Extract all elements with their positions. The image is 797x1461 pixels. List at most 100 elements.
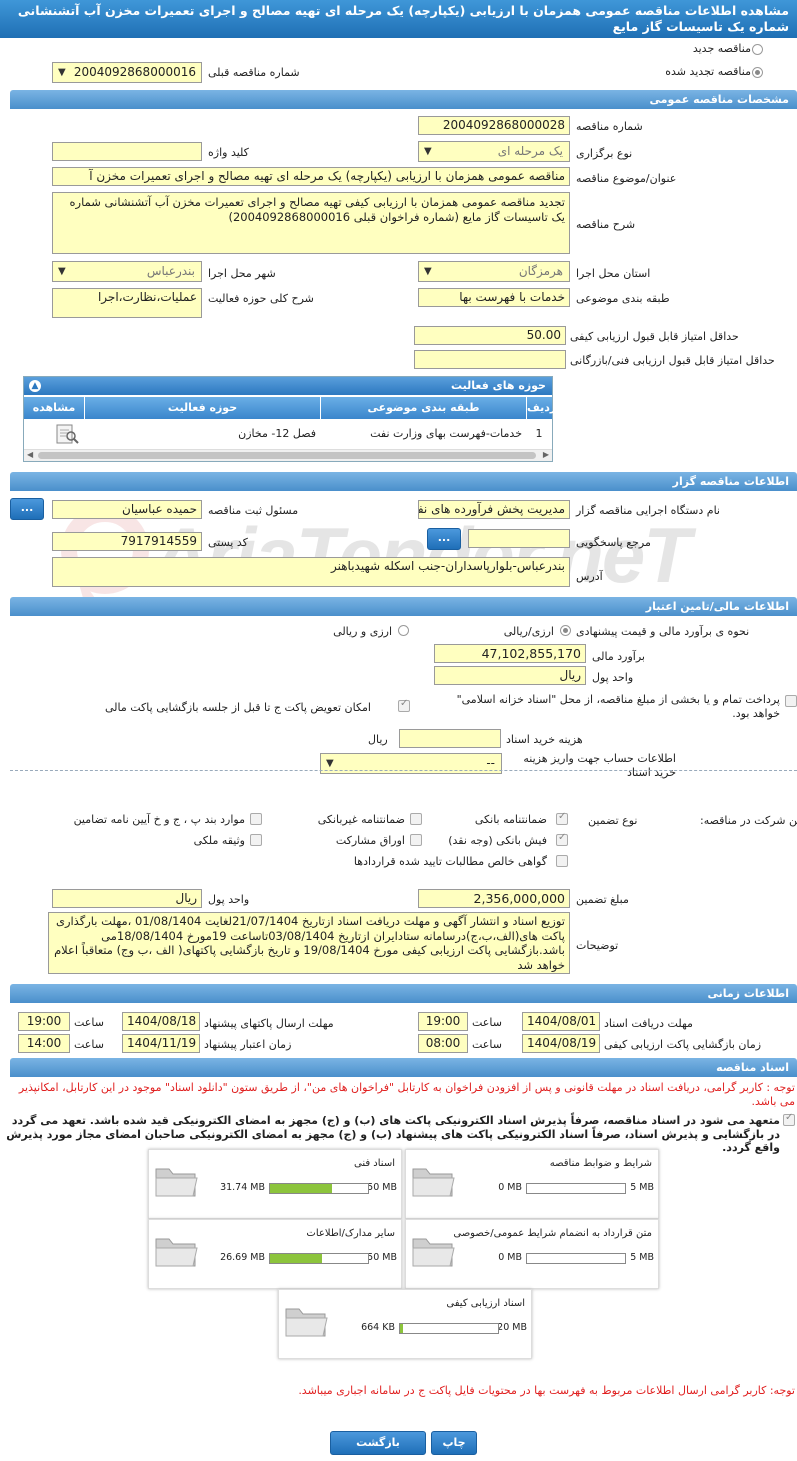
doc-cost-field[interactable] — [399, 729, 501, 748]
notes-label: توضیحات — [576, 939, 619, 952]
activity-grid: حوزه های فعالیت ▲ ردیف طبقه بندی موضوعی … — [23, 376, 556, 462]
prev-number-select[interactable]: ▼ 2004092868000016 — [52, 62, 202, 83]
print-button[interactable]: چاپ — [431, 1431, 477, 1455]
doc-file-name: اسناد فنی — [354, 1158, 395, 1169]
doc-deadline-date[interactable]: 1404/08/01 — [522, 1012, 600, 1031]
tender-number-field[interactable]: 2004092868000028 — [418, 116, 570, 135]
min-quality-field[interactable]: 50.00 — [414, 326, 566, 345]
renewed-tender-radio[interactable] — [752, 67, 763, 78]
horizontal-scrollbar[interactable]: ◀ ▶ — [24, 449, 552, 461]
keyword-field[interactable] — [52, 142, 202, 161]
receivables-guarantee-label: گواهی خالص مطالبات تایید شده قراردادها — [353, 855, 547, 868]
doc-file-progress — [526, 1253, 626, 1264]
submit-deadline-label: مهلت ارسال پاکتهای پیشنهاد — [204, 1017, 334, 1030]
guarantee-unit-field[interactable]: ریال — [52, 889, 202, 908]
validity-date[interactable]: 1404/11/19 — [122, 1034, 200, 1053]
property-guarantee-label: وثیقه ملکی — [193, 834, 245, 847]
address-field[interactable]: بندرعباس-بلوارپاسداران-جنب اسکله شهیدباه… — [52, 557, 570, 587]
doc-file-card[interactable]: اسناد ارزیابی کیفی 20 MB 664 KB — [278, 1289, 532, 1359]
doc-cost-label: هزینه خرید اسناد — [506, 733, 583, 746]
description-label: شرح مناقصه — [576, 218, 636, 231]
min-quality-label: حداقل امتیاز قابل قبول ارزیابی کیفی — [570, 330, 739, 343]
notes-field[interactable]: توزیع اسناد و انتشار آگهی و مهلت دریافت … — [48, 912, 570, 974]
doc-file-card[interactable]: شرایط و ضوابط مناقصه 5 MB 0 MB — [405, 1149, 659, 1219]
submit-deadline-date[interactable]: 1404/08/18 — [122, 1012, 200, 1031]
activity-grid-title: حوزه های فعالیت — [24, 377, 552, 395]
doc-file-max-size: 5 MB — [630, 1182, 654, 1193]
treasury-label: پرداخت تمام و یا بخشی از مبلغ مناقصه، از… — [456, 693, 780, 720]
min-tech-field[interactable] — [414, 350, 566, 369]
col-row: ردیف — [526, 397, 556, 419]
quality-open-date[interactable]: 1404/08/19 — [522, 1034, 600, 1053]
quality-open-time-label: ساعت — [472, 1038, 502, 1051]
address-label: آدرس — [576, 570, 603, 583]
commitment-checkbox[interactable] — [783, 1112, 795, 1126]
section-organizer: اطلاعات مناقصه گزار — [10, 472, 797, 491]
responder-field[interactable] — [468, 529, 570, 548]
org-field[interactable]: مدیریت پخش فرآورده های نفتی — [418, 500, 570, 519]
currency-radio[interactable] — [560, 625, 571, 636]
registrar-field[interactable]: حمیده عباسیان — [52, 500, 202, 519]
city-select[interactable]: ▼ بندرعباس — [52, 261, 202, 282]
doc-file-name: شرایط و ضوابط مناقصه — [549, 1158, 652, 1169]
guarantee-amount-field[interactable]: 2,356,000,000 — [418, 889, 570, 908]
doc-file-size: 31.74 MB — [220, 1182, 265, 1193]
province-label: استان محل اجرا — [576, 267, 651, 280]
submit-deadline-time[interactable]: 19:00 — [18, 1012, 70, 1031]
validity-label: زمان اعتبار پیشنهاد — [204, 1038, 292, 1051]
nonbank-guarantee-checkbox[interactable] — [410, 813, 422, 825]
bank-guarantee-checkbox[interactable] — [556, 811, 568, 825]
estimate-label: برآورد مالی — [592, 650, 645, 663]
doc-file-card[interactable]: متن قرارداد به انضمام شرایط عمومی/خصوصی 5… — [405, 1219, 659, 1289]
description-field[interactable]: تجدید مناقصه عمومی همزمان با ارزیابی کیف… — [52, 192, 570, 254]
folder-icon — [155, 1238, 198, 1267]
new-tender-radio[interactable] — [752, 44, 763, 55]
responder-label: مرجع پاسخگویی — [576, 536, 651, 549]
scope-field[interactable]: عملیات،نظارت،اجرا — [52, 288, 202, 318]
bonds-guarantee-checkbox[interactable] — [410, 834, 422, 846]
quality-open-time[interactable]: 08:00 — [418, 1034, 468, 1053]
page-title: مشاهده اطلاعات مناقصه عمومی همزمان با ار… — [0, 0, 797, 38]
doc-file-name: متن قرارداد به انضمام شرایط عمومی/خصوصی — [453, 1228, 652, 1239]
doc-file-card[interactable]: اسناد فنی 50 MB 31.74 MB — [148, 1149, 402, 1219]
registrar-lookup-button[interactable]: ... — [10, 498, 44, 520]
back-button[interactable]: بازگشت — [330, 1431, 426, 1455]
subject-field[interactable]: مناقصه عمومی همزمان با ارزیابی (یکپارچه)… — [52, 167, 570, 186]
documents-footnote: توجه: کاربر گرامی ارسال اطلاعات مربوط به… — [298, 1384, 795, 1397]
currency-field[interactable]: ریال — [434, 666, 586, 685]
cash-guarantee-checkbox[interactable] — [556, 832, 568, 846]
category-field[interactable]: خدمات با فهرست بها — [418, 288, 570, 307]
items-guarantee-checkbox[interactable] — [250, 813, 262, 825]
org-label: نام دستگاه اجرایی مناقصه گزار — [576, 504, 720, 517]
currency-and-rial-label: ارزی و ریالی — [333, 625, 392, 638]
view-document-icon[interactable] — [54, 423, 80, 445]
collapse-icon[interactable]: ▲ — [29, 380, 41, 392]
section-timing: اطلاعات زمانی — [10, 984, 797, 1003]
validity-time[interactable]: 14:00 — [18, 1034, 70, 1053]
documents-note: توجه : کاربر گرامی، دریافت اسناد در مهلت… — [18, 1081, 795, 1108]
doc-deadline-time[interactable]: 19:00 — [418, 1012, 468, 1031]
treasury-checkbox[interactable] — [785, 695, 797, 707]
col-field: حوزه فعالیت — [84, 397, 320, 419]
activity-grid-header: ردیف طبقه بندی موضوعی حوزه فعالیت مشاهده — [24, 397, 556, 419]
swap-checkbox[interactable] — [398, 698, 410, 712]
guarantee-unit-label: واحد پول — [208, 893, 250, 906]
property-guarantee-checkbox[interactable] — [250, 834, 262, 846]
responder-lookup-button[interactable]: ... — [427, 528, 461, 550]
doc-file-progress — [526, 1183, 626, 1194]
doc-file-max-size: 20 MB — [497, 1322, 527, 1333]
doc-file-card[interactable]: سایر مدارک/اطلاعات 50 MB 26.69 MB — [148, 1219, 402, 1289]
receivables-guarantee-checkbox[interactable] — [556, 855, 568, 867]
estimate-field[interactable]: 47,102,855,170 — [434, 644, 586, 663]
holding-type-select[interactable]: ▼ یک مرحله ای — [418, 141, 570, 162]
doc-file-size: 26.69 MB — [220, 1252, 265, 1263]
bank-guarantee-label: ضمانتنامه بانکی — [474, 813, 547, 826]
folder-icon — [412, 1168, 455, 1197]
section-general: مشخصات مناقصه عمومی — [10, 90, 797, 109]
guarantee-title: تضمین شرکت در مناقصه: — [700, 814, 797, 827]
postal-field[interactable]: 7917914559 — [52, 532, 202, 551]
postal-label: کد پستی — [208, 536, 248, 549]
folder-icon — [155, 1168, 198, 1197]
currency-and-rial-radio[interactable] — [398, 625, 409, 636]
province-select[interactable]: ▼ هرمزگان — [418, 261, 570, 282]
